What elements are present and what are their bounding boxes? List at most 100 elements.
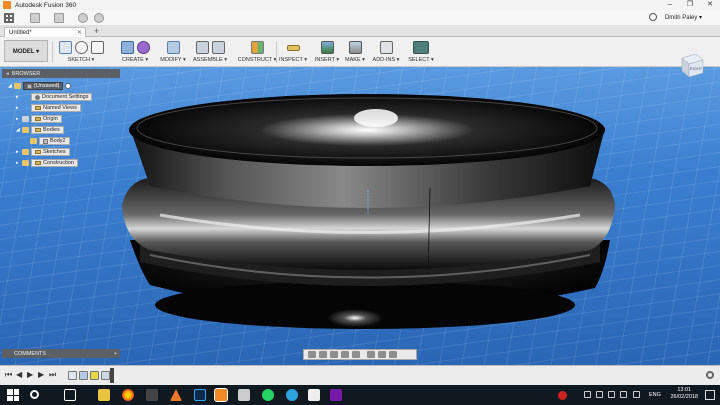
photoshop-icon[interactable] — [194, 389, 206, 401]
insert-group[interactable]: INSERT ▾ — [312, 39, 342, 66]
network-icon[interactable] — [620, 391, 627, 398]
windows-start-icon[interactable] — [7, 389, 19, 401]
extrude-icon[interactable] — [120, 41, 134, 54]
tree-row-sketches[interactable]: ▸ Sketches — [16, 148, 70, 156]
tree-item-label[interactable]: Document Settings — [31, 93, 93, 101]
tray-icon[interactable] — [596, 391, 603, 398]
modify-menu[interactable]: MODIFY ▾ — [160, 57, 186, 63]
tree-row-root[interactable]: ◢ (Unsaved) — [8, 82, 72, 90]
visibility-icon[interactable] — [30, 138, 37, 144]
timeline-revolve-feature[interactable] — [79, 371, 88, 380]
measure-icon[interactable] — [286, 44, 300, 51]
tree-row-construction[interactable]: ▸ Construction — [16, 159, 78, 167]
whatsapp-icon[interactable] — [262, 389, 274, 401]
create-group[interactable]: CREATE ▾ — [114, 39, 156, 66]
timeline-marker[interactable] — [110, 368, 114, 383]
file-explorer-icon[interactable] — [98, 389, 110, 401]
app-icon[interactable] — [308, 389, 320, 401]
tree-item-label[interactable]: Origin — [31, 115, 62, 123]
add-comment-button[interactable]: + — [114, 351, 117, 357]
orbit-icon[interactable] — [308, 351, 316, 358]
visibility-icon[interactable] — [22, 116, 29, 122]
tree-row-origin[interactable]: ▸ Origin — [16, 115, 62, 123]
step-back-button[interactable]: ◀ — [16, 371, 22, 379]
close-button[interactable]: ✕ — [700, 0, 720, 10]
tree-item-label[interactable]: Named Views — [31, 104, 81, 112]
calculator-icon[interactable] — [238, 389, 250, 401]
sketch-menu[interactable]: SKETCH ▾ — [54, 57, 108, 63]
collapse-icon[interactable]: ◂ — [6, 71, 9, 77]
telegram-icon[interactable] — [286, 389, 298, 401]
timeline-sketch-feature[interactable] — [68, 371, 77, 380]
firefox-icon[interactable] — [122, 389, 134, 401]
model-body[interactable] — [0, 67, 720, 365]
select-group[interactable]: SELECT ▾ — [406, 39, 436, 66]
timeline-sketch-feature[interactable] — [101, 371, 110, 380]
pan-icon[interactable] — [330, 351, 338, 358]
tab-close-icon[interactable]: ✕ — [77, 29, 82, 36]
redo-icon[interactable] — [94, 12, 104, 23]
app-icon[interactable] — [146, 389, 158, 401]
construct-menu[interactable]: CONSTRUCT ▾ — [236, 57, 278, 63]
tree-row-body2[interactable]: Body2 — [30, 137, 70, 145]
job-status-icon[interactable] — [648, 13, 657, 21]
tray-icon[interactable] — [584, 391, 591, 398]
look-at-icon[interactable] — [319, 351, 327, 358]
grid-snaps-icon[interactable] — [378, 351, 386, 358]
user-account-menu[interactable]: Dmitri Paley ▾ — [665, 14, 702, 21]
file-menu-icon[interactable] — [30, 12, 40, 23]
comments-panel-header[interactable]: COMMENTS + — [2, 349, 120, 358]
offset-plane-icon[interactable] — [250, 41, 264, 54]
sphere-icon[interactable] — [136, 41, 150, 54]
task-view-icon[interactable] — [64, 389, 76, 401]
tree-item-label[interactable]: Construction — [31, 159, 78, 167]
step-forward-button[interactable]: ▶ — [38, 371, 44, 379]
tree-item-label[interactable]: (Unsaved) — [23, 82, 64, 90]
tree-row-document-settings[interactable]: ▸ Document Settings — [16, 93, 93, 101]
inspect-menu[interactable]: INSPECT ▾ — [278, 57, 308, 63]
new-component-icon[interactable] — [195, 41, 209, 54]
construct-group[interactable]: CONSTRUCT ▾ — [236, 39, 278, 66]
volume-icon[interactable] — [633, 391, 640, 398]
browser-panel-header[interactable]: ◂ BROWSER — [2, 69, 120, 78]
3d-print-icon[interactable] — [348, 41, 362, 54]
tree-item-label[interactable]: Body2 — [39, 137, 70, 145]
assemble-menu[interactable]: ASSEMBLE ▾ — [190, 57, 230, 63]
tray-app-icon[interactable] — [558, 391, 567, 400]
sketch-group[interactable]: SKETCH ▾ — [54, 39, 108, 66]
undo-icon[interactable] — [78, 12, 88, 23]
viewcube[interactable]: RIGHT — [676, 50, 706, 80]
addins-menu[interactable]: ADD-INS ▾ — [372, 57, 400, 63]
assemble-group[interactable]: ASSEMBLE ▾ — [190, 39, 230, 66]
go-to-end-button[interactable]: ⏭ — [49, 371, 56, 379]
fit-icon[interactable] — [352, 351, 360, 358]
save-icon[interactable] — [54, 12, 64, 23]
visibility-icon[interactable] — [22, 127, 29, 133]
timeline-fillet-feature[interactable] — [90, 371, 99, 380]
tree-item-label[interactable]: Sketches — [31, 148, 70, 156]
maximize-button[interactable]: ❐ — [680, 0, 700, 10]
display-settings-icon[interactable] — [367, 351, 375, 358]
insert-image-icon[interactable] — [320, 41, 334, 54]
go-to-start-button[interactable]: ⏮ — [5, 371, 12, 379]
zoom-icon[interactable] — [341, 351, 349, 358]
visibility-icon[interactable] — [14, 83, 21, 89]
joint-icon[interactable] — [211, 41, 225, 54]
onenote-icon[interactable] — [330, 389, 342, 401]
fusion-taskbar-icon[interactable] — [214, 388, 228, 402]
tree-row-bodies[interactable]: ◢ Bodies — [16, 126, 64, 134]
tree-row-named-views[interactable]: ▸ Named Views — [16, 104, 81, 112]
document-tab[interactable]: Untitled* ✕ — [4, 27, 86, 37]
modify-group[interactable]: MODIFY ▾ — [160, 39, 186, 66]
activate-component-icon[interactable] — [65, 83, 72, 89]
visibility-icon[interactable] — [22, 149, 29, 155]
select-icon[interactable] — [413, 41, 429, 54]
clock[interactable]: 13:01 26/02/2018 — [670, 387, 698, 401]
vlc-icon[interactable] — [170, 389, 182, 401]
create-menu[interactable]: CREATE ▾ — [114, 57, 156, 63]
workspace-switcher[interactable]: MODEL ▾ — [4, 40, 48, 62]
visibility-icon[interactable] — [22, 160, 29, 166]
insert-menu[interactable]: INSERT ▾ — [312, 57, 342, 63]
new-tab-button[interactable]: + — [94, 26, 99, 37]
rectangle-icon[interactable] — [90, 41, 104, 54]
